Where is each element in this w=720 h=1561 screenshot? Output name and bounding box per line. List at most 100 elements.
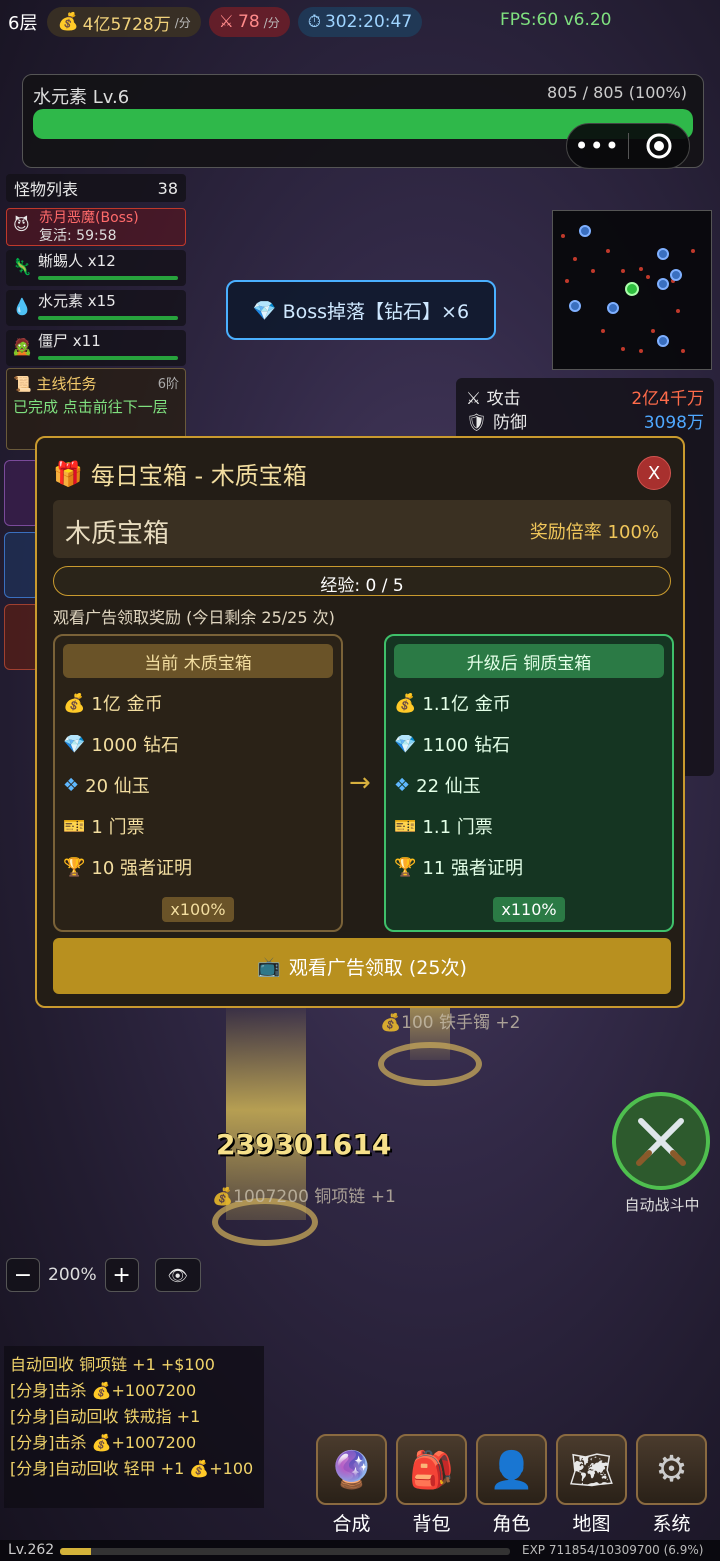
target-hp-value: 805 / 805 (547, 83, 624, 102)
dock-label: 角色 (492, 1513, 531, 1535)
miniprogram-capsule: ••• (566, 123, 690, 169)
dock-character-button[interactable]: 👤 (476, 1434, 547, 1505)
player-exp-text: EXP 711854/10309700 (6.9%) (522, 1543, 704, 1557)
reward-row: ❖ 22 仙玉 (394, 772, 481, 798)
reward-row: 🎫 1 门票 (63, 813, 145, 839)
player-level: Lv.262 (8, 1542, 55, 1558)
crossed-swords-icon (636, 1118, 686, 1166)
attack-rate: ⚔ 78 /分 (208, 7, 290, 37)
gift-icon: 🎁 (53, 459, 83, 488)
monster-entry[interactable]: 💧 水元素 x15 (6, 290, 186, 326)
gear-icon: ⚙ (655, 1449, 688, 1490)
chest-name: 木质宝箱 (65, 519, 170, 549)
monster-list-title: 怪物列表 (14, 180, 79, 199)
diamond-icon: 💎 (394, 733, 417, 755)
money-bag-icon: 💰 (394, 692, 417, 714)
play-time: ⏱ 302:20:47 (297, 7, 423, 37)
stat-label: ⚔ 攻击 (466, 389, 521, 409)
gold-rate: 💰 4亿5728万 /分 (47, 7, 201, 37)
water-drop-icon: 💧 (12, 297, 32, 316)
boss-respawn: 复活: 59:58 (39, 228, 117, 244)
auto-fight-button[interactable] (612, 1092, 710, 1190)
daily-chest-dialog: 🎁 每日宝箱 - 木质宝箱 X 木质宝箱 奖励倍率 100% 经验: 0 / 5… (35, 436, 685, 1008)
loot-label: 💰100 铁手镯 +2 (380, 1013, 521, 1033)
watch-ad-button[interactable]: 📺 观看广告领取 (25次) (53, 938, 671, 994)
backpack-icon: 🎒 (409, 1449, 454, 1491)
reward-text: 1100 钻石 (422, 735, 510, 756)
zoom-in-button[interactable]: + (104, 1258, 139, 1292)
reward-row: 💰 1亿 金币 (63, 690, 163, 716)
reward-text: 1.1亿 金币 (422, 694, 511, 715)
play-time-value: 302:20:47 (324, 12, 413, 32)
monster-entry[interactable]: 🧟 僵尸 x11 (6, 330, 186, 366)
dialog-title-text: 每日宝箱 - 木质宝箱 (90, 462, 307, 490)
dialog-title: 🎁 每日宝箱 - 木质宝箱 (53, 456, 307, 491)
fps-version: FPS:60 v6.20 (500, 10, 612, 30)
stat-row-defense: 🛡 防御 3098万 (466, 408, 704, 433)
reward-row: 🏆 11 强者证明 (394, 854, 523, 880)
tv-icon: 📺 (257, 955, 281, 978)
dock-character[interactable]: 👤 角色 (476, 1434, 547, 1536)
dock-synthesis-button[interactable]: 🔮 (316, 1434, 387, 1505)
log-line: [分身]击杀 💰+1007200 (10, 1381, 197, 1400)
reward-row: 🎫 1.1 门票 (394, 813, 493, 839)
loot-ring[interactable] (378, 1042, 482, 1086)
dock-backpack[interactable]: 🎒 背包 (396, 1434, 467, 1536)
ticket-icon: 🎫 (394, 815, 417, 837)
character-icon: 👤 (489, 1449, 534, 1491)
reward-text: 1 门票 (91, 817, 145, 838)
money-bag-icon: 💰 (63, 692, 86, 714)
stat-value: 2亿4千万 (631, 389, 704, 409)
gold-rate-unit: /分 (174, 15, 191, 30)
monster-list-header[interactable]: 怪物列表 38 (6, 174, 186, 202)
dock-label: 合成 (332, 1513, 371, 1535)
monster-entry-label: 僵尸 x11 (38, 332, 101, 350)
lizard-icon: 🦎 (12, 257, 32, 276)
ad-hint: 观看广告领取奖励 (今日剩余 25/25 次) (53, 608, 335, 627)
stat-value: 3098万 (643, 413, 704, 433)
reward-text: 1亿 金币 (91, 694, 163, 715)
eye-icon: 👁 (167, 1265, 188, 1285)
jade-icon: ❖ (394, 774, 411, 796)
view-toggle-button[interactable]: 👁 (154, 1258, 201, 1292)
dock-backpack-button[interactable]: 🎒 (396, 1434, 467, 1505)
top-bar: 6层 💰 4亿5728万 /分 ⚔ 78 /分 ⏱ 302:20:47 (0, 0, 720, 44)
jade-icon: ❖ (63, 774, 80, 796)
upgrade-multiplier: x110% (386, 897, 672, 922)
dock-map[interactable]: 🗺 地图 (556, 1434, 627, 1536)
upgrade-chest-header: 升级后 铜质宝箱 (394, 644, 664, 678)
boss-name: 赤月恶魔(Boss) (39, 210, 139, 226)
reward-row: 💎 1000 钻石 (63, 731, 179, 757)
boss-drop-banner: 💎 Boss掉落【钻石】×6 (226, 280, 496, 340)
zoom-out-button[interactable]: − (6, 1258, 40, 1292)
minimap[interactable] (552, 210, 712, 370)
more-menu-button[interactable]: ••• (567, 132, 628, 160)
zoom-controls: − 200% + 👁 (6, 1258, 201, 1292)
chest-exp-text: 经验: 0 / 5 (320, 576, 404, 596)
log-line: 自动回收 铜项链 +1 +$100 (10, 1355, 215, 1374)
money-bag-icon: 💰 (57, 12, 79, 32)
monster-hp-bar (38, 356, 178, 360)
close-miniprogram-button[interactable] (628, 132, 689, 160)
monster-entry[interactable]: 🦎 蜥蜴人 x12 (6, 250, 186, 286)
log-line: [分身]击杀 💰+1007200 (10, 1433, 197, 1452)
monster-hp-bar (38, 316, 178, 320)
target-hp-percent: (100%) (628, 83, 687, 102)
attack-rate-unit: /分 (263, 15, 280, 30)
close-button[interactable]: X (637, 456, 671, 490)
quest-tier: 6阶 (157, 377, 179, 392)
dock-map-button[interactable]: 🗺 (556, 1434, 627, 1505)
gold-rate-value: 4亿5728万 (82, 14, 171, 35)
dock-label: 背包 (412, 1513, 451, 1535)
map-icon: 🗺 (568, 1449, 615, 1491)
reward-text: 1000 钻石 (91, 735, 179, 756)
bottom-dock: 🔮 合成 🎒 背包 👤 角色 🗺 地图 ⚙ 系统 (316, 1434, 707, 1536)
current-multiplier: x100% (55, 897, 341, 922)
dock-system-button[interactable]: ⚙ (636, 1434, 707, 1505)
log-line: [分身]自动回收 轻甲 +1 💰+100 (10, 1459, 254, 1478)
boss-entry[interactable]: 😈 赤月恶魔(Boss) 复活: 59:58 (6, 208, 186, 246)
dock-system[interactable]: ⚙ 系统 (636, 1434, 707, 1536)
upgrade-arrow-icon: → (349, 768, 371, 798)
dock-synthesis[interactable]: 🔮 合成 (316, 1434, 387, 1536)
boss-drop-text: Boss掉落【钻石】×6 (282, 300, 470, 323)
